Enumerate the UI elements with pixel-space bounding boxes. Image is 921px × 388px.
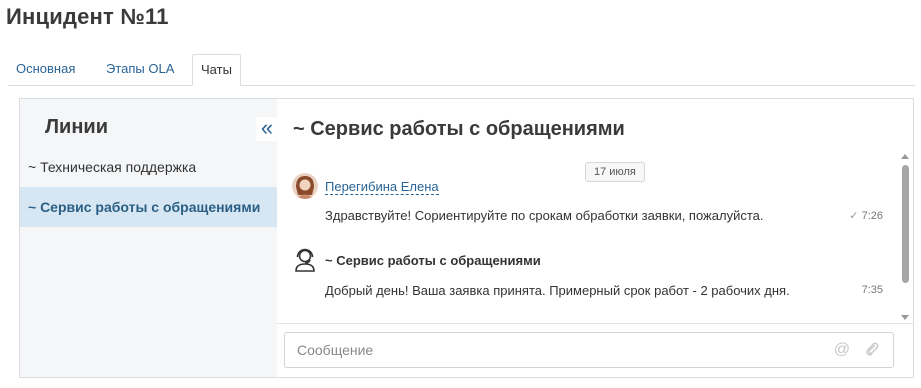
sidebar-title: Линии bbox=[45, 116, 108, 138]
message-time-value: 7:26 bbox=[861, 210, 883, 222]
page-title: Инцидент №11 bbox=[6, 4, 169, 29]
message-text: Добрый день! Ваша заявка принята. Пример… bbox=[325, 283, 790, 298]
scroll-down-arrow-icon[interactable] bbox=[901, 315, 909, 320]
at-icon[interactable]: @ bbox=[833, 341, 851, 359]
chats-panel: Линии « ~ Техническая поддержка ~ Сервис… bbox=[19, 98, 914, 378]
line-item-tech-support[interactable]: ~ Техническая поддержка bbox=[20, 147, 277, 187]
headset-operator-icon bbox=[292, 246, 318, 272]
scroll-thumb[interactable] bbox=[902, 165, 909, 283]
double-chevron-left-icon[interactable]: « bbox=[256, 117, 278, 141]
chat-area: ~ Сервис работы с обращениями 17 июля Пе… bbox=[277, 99, 913, 377]
scroll-up-arrow-icon[interactable] bbox=[901, 154, 909, 159]
message-text: Здравствуйте! Сориентируйте по срокам об… bbox=[325, 208, 764, 223]
message-list: 17 июля Перегибина Елена Здравствуйте! С… bbox=[277, 151, 913, 323]
paperclip-icon[interactable] bbox=[863, 341, 881, 359]
date-badge: 17 июля bbox=[585, 162, 645, 182]
message-author[interactable]: Перегибина Елена bbox=[325, 179, 439, 195]
message-author: ~ Сервис работы с обращениями bbox=[325, 253, 541, 268]
tab-chats[interactable]: Чаты bbox=[192, 54, 241, 86]
tab-bar: Основная Этапы OLA Чаты bbox=[8, 54, 915, 86]
chat-title: ~ Сервис работы с обращениями bbox=[293, 118, 625, 140]
line-item-service-requests[interactable]: ~ Сервис работы с обращениями bbox=[20, 187, 277, 227]
message-scrollbar[interactable] bbox=[897, 151, 913, 323]
divider bbox=[277, 323, 913, 324]
tab-ola-stages[interactable]: Этапы OLA bbox=[98, 54, 182, 84]
message-composer: @ bbox=[284, 332, 894, 368]
checkmark-icon: ✓ bbox=[849, 210, 859, 222]
lines-sidebar: Линии « ~ Техническая поддержка ~ Сервис… bbox=[20, 99, 278, 377]
message-time: ✓ 7:26 bbox=[849, 209, 883, 222]
user-avatar bbox=[292, 173, 318, 199]
message-input[interactable] bbox=[285, 333, 805, 367]
tab-main[interactable]: Основная bbox=[8, 54, 83, 84]
message-time: 7:35 bbox=[861, 284, 883, 296]
